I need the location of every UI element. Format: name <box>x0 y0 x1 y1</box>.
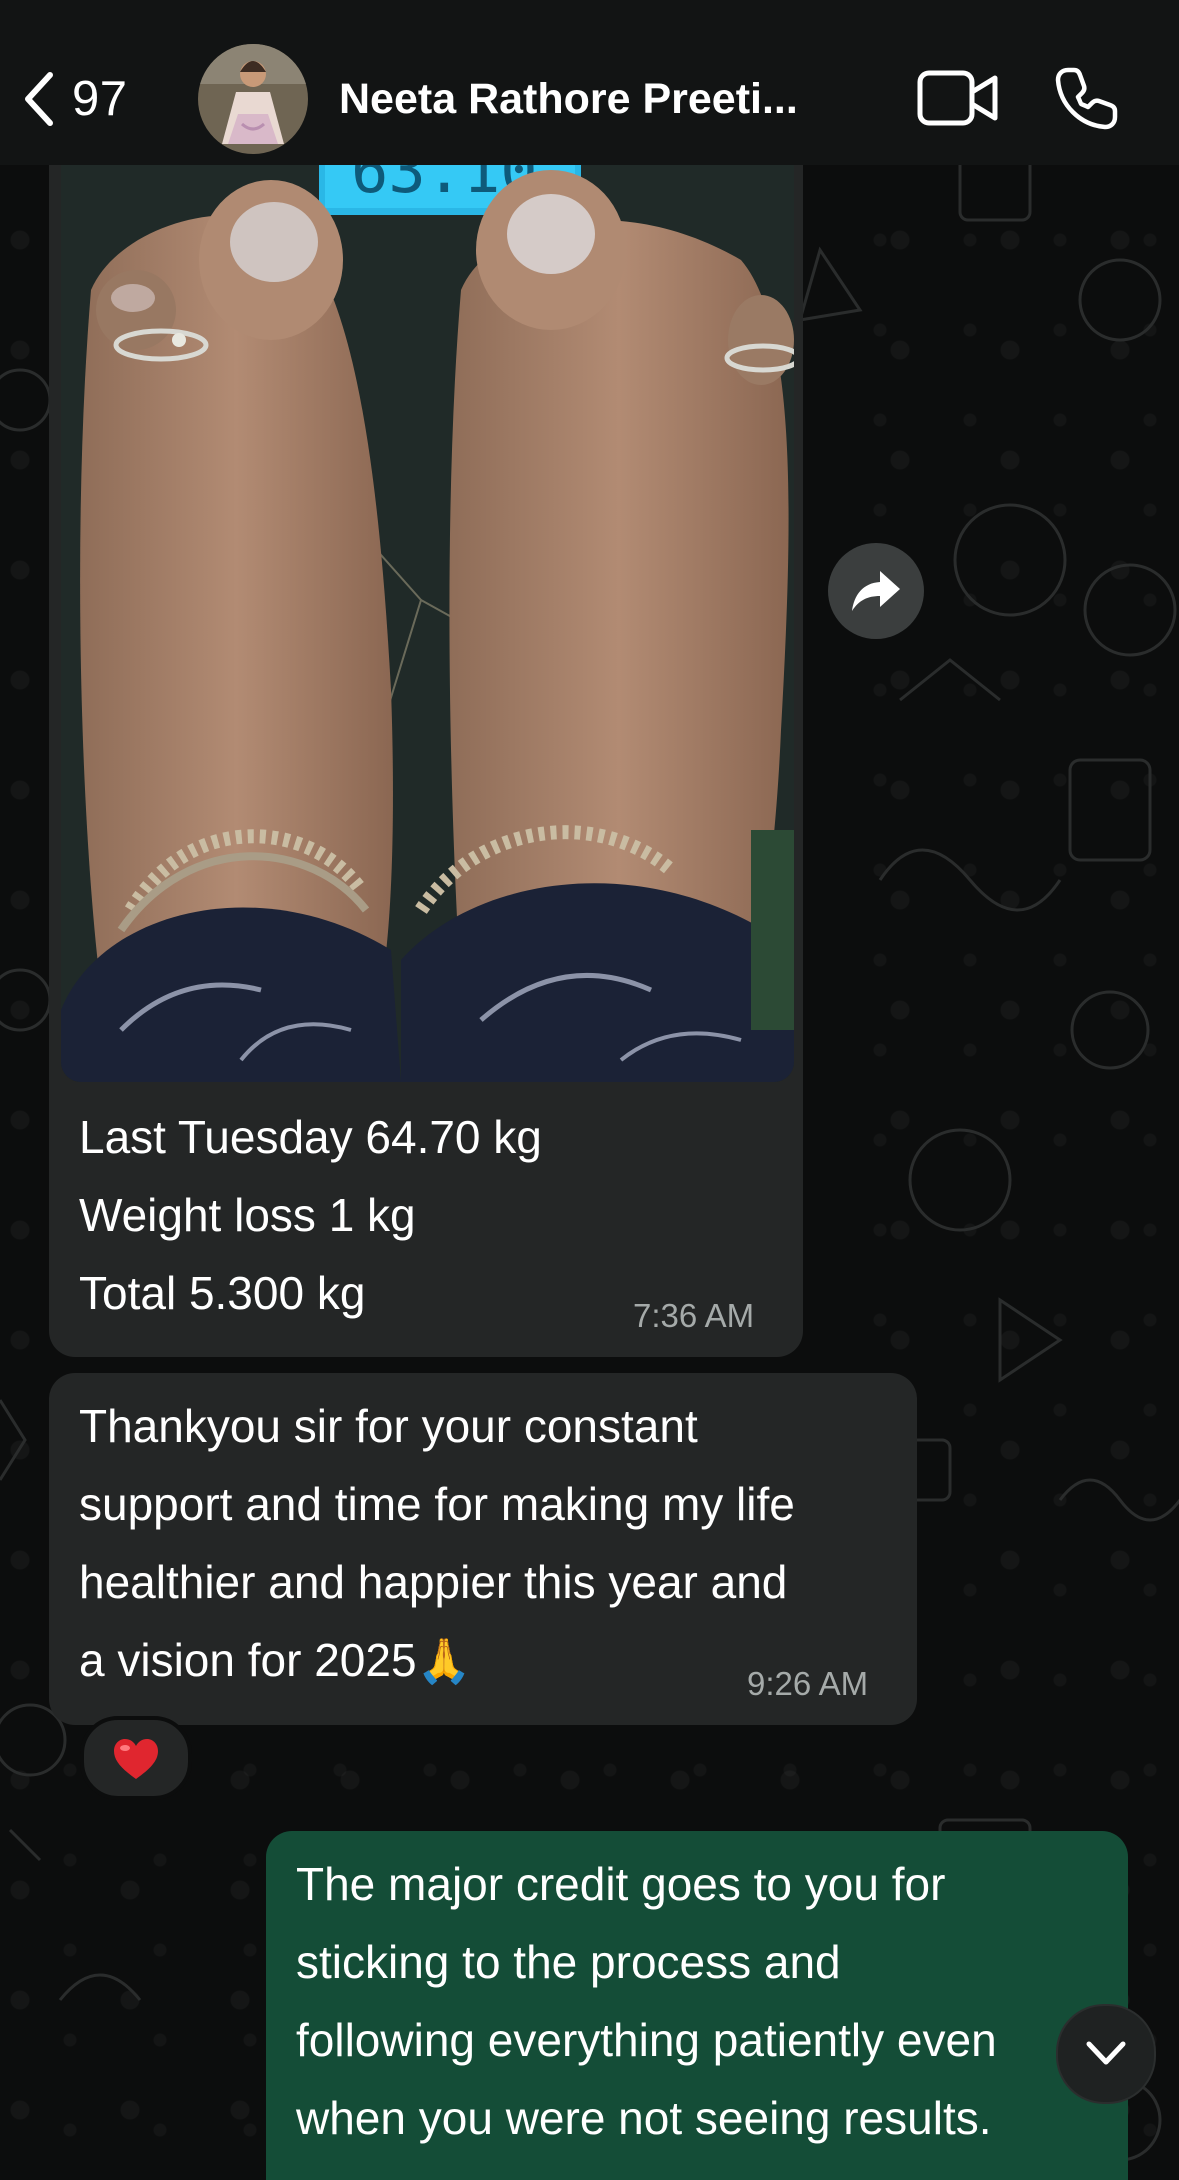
message-line: support and time for making my life <box>79 1478 795 1530</box>
back-button[interactable]: 97 <box>20 64 128 134</box>
message-line: a vision for 2025 <box>79 1634 417 1686</box>
message-line: when you were not seeing results. <box>296 2092 992 2144</box>
avatar[interactable] <box>198 44 308 154</box>
weighing-scale-photo[interactable]: 63.10 <box>61 130 794 1082</box>
caption-line: Total 5.300 kg <box>79 1267 366 1319</box>
chat-screen: 97 Neeta Rathore Preeti... 63.10 Last Tu… <box>0 0 1179 2180</box>
message-line: healthier and happier this year and <box>79 1556 788 1608</box>
message-time: 7:36 AM <box>633 1297 755 1334</box>
outgoing-message-bubble[interactable]: The major credit goes to you for stickin… <box>266 1831 1128 2180</box>
caption-line: Weight loss 1 kg <box>79 1189 416 1241</box>
contact-name[interactable]: Neeta Rathore Preeti... <box>339 71 809 127</box>
forward-button[interactable] <box>828 543 924 639</box>
video-camera-icon[interactable] <box>917 68 999 128</box>
message-line: Thankyou sir for your constant <box>79 1400 698 1452</box>
message-line: sticking to the process and <box>296 1936 841 1988</box>
phone-icon[interactable] <box>1054 65 1120 131</box>
scroll-to-bottom-button[interactable] <box>1056 2004 1156 2104</box>
message-line-with-emoji: a vision for 2025🙏 <box>79 1621 471 1701</box>
heart-icon <box>114 1739 158 1779</box>
message-time: 9:26 AM <box>747 1665 869 1702</box>
image-message-bubble[interactable]: 63.10 Last Tuesday 64.70 kg Weight loss … <box>49 130 803 1357</box>
message-line: The major credit goes to you for <box>296 1858 946 1910</box>
message-line: following everything patiently even <box>296 2014 997 2066</box>
folded-hands-emoji: 🙏 <box>416 1637 472 1686</box>
caption-line: Last Tuesday 64.70 kg <box>79 1111 542 1163</box>
photo-illustration: 63.10 <box>61 130 794 1082</box>
heart-reaction[interactable] <box>80 1716 192 1800</box>
chevron-left-icon <box>25 72 53 126</box>
unread-count: 97 <box>72 72 128 126</box>
forward-arrow-icon <box>852 571 900 611</box>
chevron-down-icon <box>1086 2041 1126 2065</box>
text-message-bubble[interactable]: Thankyou sir for your constant support a… <box>49 1373 917 1725</box>
chat-header: 97 Neeta Rathore Preeti... <box>0 0 1179 165</box>
contact-photo <box>198 44 308 154</box>
